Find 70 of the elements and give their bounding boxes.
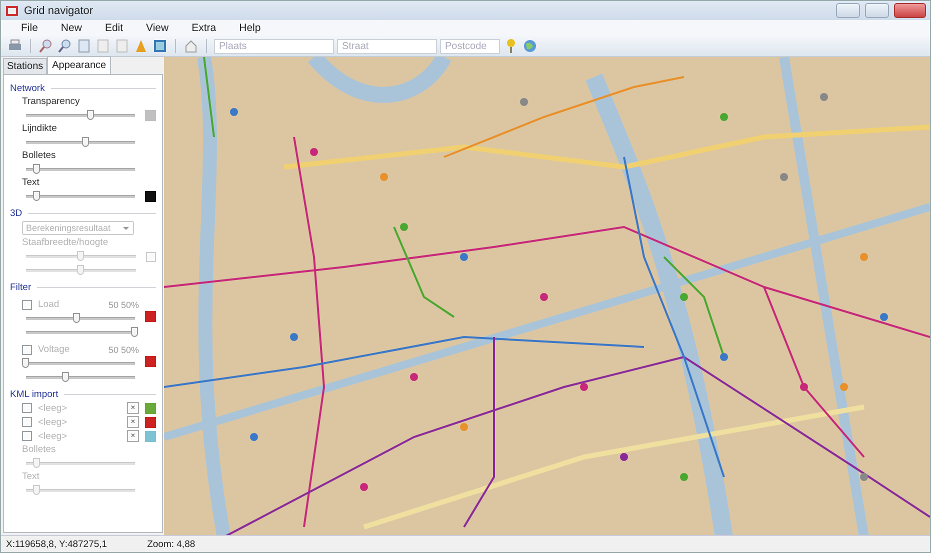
checkbox[interactable] bbox=[22, 344, 32, 354]
color-swatch[interactable] bbox=[145, 402, 156, 414]
picture-icon[interactable] bbox=[152, 38, 168, 54]
app-icon bbox=[5, 4, 19, 18]
window-title: Grid navigator bbox=[24, 4, 94, 16]
page-icon[interactable] bbox=[114, 38, 130, 54]
range-reading: 50 50% bbox=[108, 344, 139, 354]
menu-item[interactable]: View bbox=[140, 22, 186, 34]
menu-item[interactable]: Edit bbox=[98, 22, 140, 34]
color-swatch[interactable] bbox=[145, 110, 156, 121]
slider-label: Bolletes bbox=[22, 150, 57, 161]
section-title: 3D bbox=[10, 208, 22, 219]
slider-label: Lijndikte bbox=[22, 123, 58, 134]
remove-button[interactable]: × bbox=[127, 416, 139, 428]
map-drawing[interactable] bbox=[164, 57, 930, 535]
close-button[interactable] bbox=[894, 3, 926, 18]
slider-thumb[interactable] bbox=[62, 372, 70, 382]
layer-label: <leeg> bbox=[38, 416, 68, 428]
slider-thumb[interactable] bbox=[32, 191, 40, 201]
layer-label: <leeg> bbox=[38, 402, 68, 414]
color-swatch[interactable] bbox=[145, 430, 156, 442]
search-field[interactable]: Plaats bbox=[214, 38, 334, 54]
color-swatch[interactable] bbox=[145, 311, 156, 322]
page-icon[interactable] bbox=[76, 38, 92, 54]
layer-label: <leeg> bbox=[38, 430, 68, 442]
tab[interactable]: Stations bbox=[3, 58, 48, 74]
color-swatch[interactable] bbox=[145, 191, 156, 202]
checkbox[interactable] bbox=[22, 300, 32, 310]
zoom-out-icon[interactable] bbox=[57, 38, 73, 54]
range-reading: 50 50% bbox=[108, 300, 139, 310]
cone-icon[interactable] bbox=[133, 38, 149, 54]
search-field[interactable]: Straat bbox=[337, 38, 437, 54]
checkbox[interactable] bbox=[22, 431, 32, 441]
menu-item[interactable]: New bbox=[54, 22, 99, 34]
slider-thumb[interactable] bbox=[82, 137, 89, 147]
section-title: KML import bbox=[10, 389, 58, 400]
menu-item[interactable]: File bbox=[15, 22, 55, 34]
color-swatch[interactable] bbox=[145, 356, 156, 367]
remove-button[interactable]: × bbox=[127, 402, 139, 414]
filter-label: Voltage bbox=[38, 344, 70, 355]
minimize-button[interactable] bbox=[836, 3, 860, 18]
menu-item[interactable]: Extra bbox=[186, 22, 234, 34]
checkbox[interactable] bbox=[22, 417, 32, 427]
slider-thumb[interactable] bbox=[131, 327, 138, 337]
slider-label: Text bbox=[22, 177, 40, 188]
slider-label: Text bbox=[22, 471, 40, 482]
color-swatch[interactable] bbox=[145, 416, 156, 428]
globe-icon[interactable] bbox=[522, 38, 538, 54]
zoom-in-icon[interactable] bbox=[38, 38, 54, 54]
page-icon[interactable] bbox=[95, 38, 111, 54]
slider-label: Bolletes bbox=[22, 444, 57, 455]
menu-item[interactable]: Help bbox=[233, 22, 278, 34]
slider-thumb[interactable] bbox=[32, 164, 40, 174]
filter-label: Load bbox=[38, 299, 60, 310]
slider-thumb[interactable] bbox=[22, 358, 29, 368]
tab[interactable]: Appearance bbox=[47, 56, 112, 74]
dropdown-value: Berekeningsresultaat bbox=[26, 223, 111, 233]
checkbox[interactable] bbox=[22, 403, 32, 413]
slider-label: Transparency bbox=[22, 96, 81, 107]
home-icon[interactable] bbox=[183, 38, 199, 54]
slider-thumb[interactable] bbox=[87, 110, 94, 120]
zoom-text: Zoom: 4,88 bbox=[147, 538, 196, 550]
coordinates-text: X:119658,8, Y:487275,1 bbox=[6, 538, 108, 550]
maximize-button[interactable] bbox=[865, 3, 889, 18]
search-field[interactable]: Postcode bbox=[440, 38, 500, 54]
section-title: Network bbox=[10, 83, 45, 94]
slider-label: Staafbreedte/hoogte bbox=[22, 237, 110, 248]
slider-thumb[interactable] bbox=[73, 313, 80, 323]
section-title: Filter bbox=[10, 282, 32, 293]
remove-button[interactable]: × bbox=[127, 430, 139, 442]
